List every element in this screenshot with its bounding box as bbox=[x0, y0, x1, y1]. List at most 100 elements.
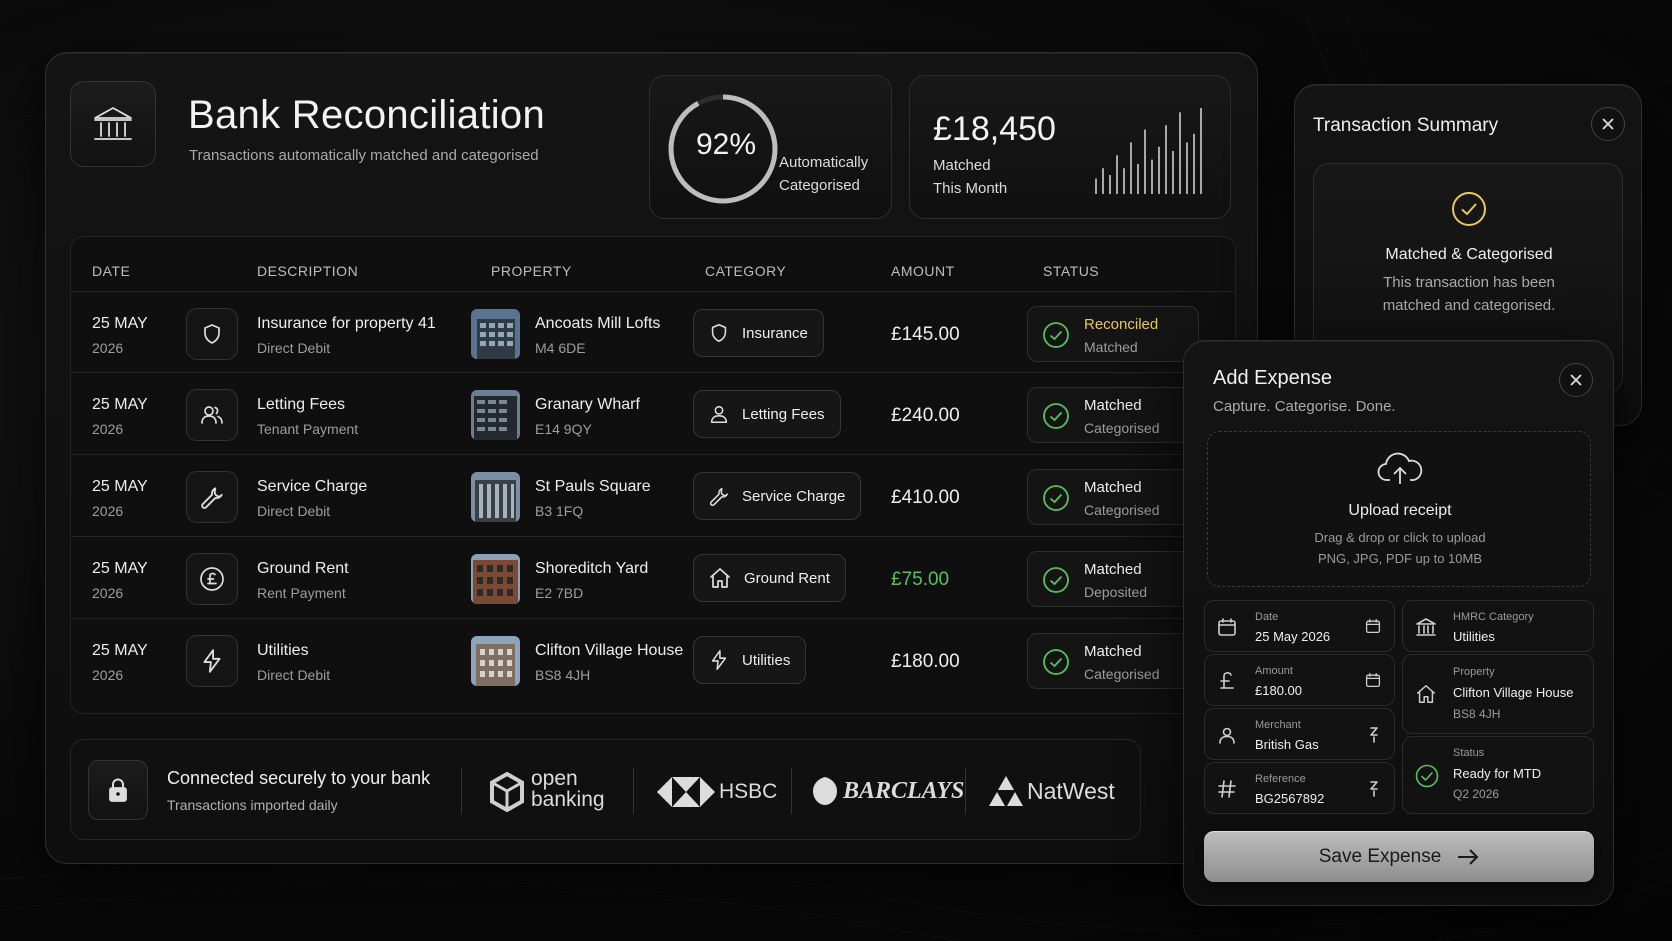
house-icon bbox=[710, 568, 730, 588]
status-subtext: Categorised bbox=[1084, 420, 1160, 436]
amount-field[interactable]: Amount £180.00 bbox=[1204, 654, 1395, 706]
row-amount: £145.00 bbox=[891, 324, 960, 345]
user-icon bbox=[1219, 727, 1235, 744]
status-badge: Matched Deposited bbox=[1027, 551, 1199, 607]
category-chip[interactable]: Utilities bbox=[693, 636, 807, 684]
calendar-icon bbox=[1218, 618, 1236, 636]
status-badge: Reconciled Matched bbox=[1027, 306, 1199, 362]
status-value: Ready for MTD bbox=[1453, 766, 1542, 781]
house-icon bbox=[1417, 685, 1435, 703]
category-chip[interactable]: Service Charge bbox=[693, 472, 862, 520]
row-date: 25 MAY bbox=[92, 642, 148, 659]
page-title: Bank Reconciliation bbox=[188, 93, 546, 137]
row-year: 2026 bbox=[92, 667, 124, 683]
close-expense-button[interactable] bbox=[1559, 363, 1593, 397]
table-row[interactable]: 25 MAY 2026 Service Charge Direct Debit … bbox=[71, 454, 1235, 536]
summary-status-title: Matched & Categorised bbox=[1385, 246, 1553, 263]
status-text: Matched bbox=[1084, 397, 1142, 414]
close-icon bbox=[1570, 374, 1582, 386]
property-thumbnail bbox=[471, 390, 520, 440]
auto-percent: 92% bbox=[696, 128, 757, 161]
user-icon bbox=[710, 405, 728, 424]
row-description: Insurance for property 41 bbox=[257, 315, 436, 332]
sparkline-bars bbox=[1095, 108, 1202, 194]
matched-label-2: This Month bbox=[933, 180, 1008, 197]
row-year: 2026 bbox=[92, 503, 124, 519]
reference-field[interactable]: Reference BG2567892 bbox=[1204, 762, 1395, 814]
sparkle-icon bbox=[1370, 781, 1378, 797]
pound-icon bbox=[1220, 672, 1234, 689]
close-icon bbox=[1602, 118, 1614, 130]
row-year: 2026 bbox=[92, 585, 124, 601]
property-value: Clifton Village House bbox=[1453, 685, 1574, 700]
check-circle-icon bbox=[1043, 567, 1069, 593]
row-payment-type: Tenant Payment bbox=[257, 421, 359, 437]
status-subtext: Categorised bbox=[1084, 502, 1160, 518]
status-text: Matched bbox=[1084, 479, 1142, 496]
row-description: Letting Fees bbox=[257, 396, 346, 413]
bank-connection-title: Connected securely to your bank bbox=[167, 768, 431, 788]
sparkle-icon bbox=[1370, 727, 1378, 743]
row-property: St Pauls Square bbox=[535, 478, 651, 495]
close-summary-button[interactable] bbox=[1591, 107, 1625, 141]
date-label: Date bbox=[1255, 611, 1279, 623]
expense-title: Add Expense bbox=[1213, 367, 1332, 389]
bank-connection-bar: Connected securely to your bank Transact… bbox=[70, 739, 1141, 840]
page-subtitle: Transactions automatically matched and c… bbox=[189, 147, 539, 164]
auto-categorised-card: 92% Automatically Categorised bbox=[649, 75, 892, 219]
row-amount: £180.00 bbox=[891, 651, 960, 672]
upload-hint-1: Drag & drop or click to upload bbox=[1314, 530, 1486, 545]
status-badge: Matched Categorised bbox=[1027, 387, 1199, 443]
date-field[interactable]: Date 25 May 2026 bbox=[1204, 600, 1395, 652]
row-date: 25 MAY bbox=[92, 396, 148, 413]
table-row[interactable]: 25 MAY 2026 Ground Rent Rent Payment Sho… bbox=[71, 536, 1235, 618]
add-expense-panel: Add Expense Capture. Categorise. Done. U… bbox=[1183, 340, 1614, 906]
check-circle-icon bbox=[1043, 322, 1069, 348]
status-text: Matched bbox=[1084, 643, 1142, 660]
category-chip[interactable]: Insurance bbox=[693, 309, 824, 357]
row-amount: £75.00 bbox=[891, 569, 950, 590]
pound-icon bbox=[186, 553, 238, 605]
category-chip[interactable]: Ground Rent bbox=[693, 554, 846, 602]
row-postcode: E2 7BD bbox=[535, 585, 584, 601]
row-property: Granary Wharf bbox=[535, 396, 640, 413]
row-year: 2026 bbox=[92, 421, 124, 437]
category-label: Insurance bbox=[742, 324, 808, 342]
barclays-logo: BARCLAYS bbox=[811, 772, 964, 812]
reference-label: Reference bbox=[1255, 773, 1306, 785]
bank-icon bbox=[70, 81, 156, 167]
row-property: Ancoats Mill Lofts bbox=[535, 315, 661, 332]
summary-status-line-2: matched and categorised. bbox=[1382, 297, 1556, 314]
auto-label-2: Categorised bbox=[779, 177, 860, 194]
check-circle-icon bbox=[1043, 649, 1069, 675]
row-postcode: B3 1FQ bbox=[535, 503, 584, 519]
status-label: Status bbox=[1453, 747, 1485, 759]
date-value: 25 May 2026 bbox=[1255, 629, 1331, 644]
row-description: Service Charge bbox=[257, 478, 368, 495]
upload-receipt-dropzone[interactable]: Upload receipt Drag & drop or click to u… bbox=[1207, 431, 1591, 587]
property-thumbnail bbox=[471, 636, 520, 686]
divider bbox=[965, 768, 966, 814]
row-date: 25 MAY bbox=[92, 478, 148, 495]
matched-label-1: Matched bbox=[933, 157, 991, 174]
category-label: Service Charge bbox=[742, 487, 846, 505]
merchant-field[interactable]: Merchant British Gas bbox=[1204, 708, 1395, 760]
status-field: Status Ready for MTD Q2 2026 bbox=[1402, 736, 1594, 814]
col-category: CATEGORY bbox=[705, 263, 787, 279]
calendar-icon bbox=[1365, 618, 1381, 634]
table-row[interactable]: 25 MAY 2026 Utilities Direct Debit Clift… bbox=[71, 618, 1235, 700]
property-field[interactable]: Property Clifton Village House BS8 4JH bbox=[1402, 654, 1594, 734]
row-date: 25 MAY bbox=[92, 560, 148, 577]
matched-amount: £18,450 bbox=[933, 110, 1056, 148]
save-expense-button[interactable]: Save Expense bbox=[1204, 831, 1594, 882]
col-description: DESCRIPTION bbox=[257, 263, 359, 279]
property-thumbnail bbox=[471, 309, 520, 359]
table-row[interactable]: 25 MAY 2026 Letting Fees Tenant Payment … bbox=[71, 372, 1235, 454]
summary-status-line-1: This transaction has been bbox=[1383, 274, 1555, 291]
save-expense-label: Save Expense bbox=[1318, 845, 1442, 867]
category-chip[interactable]: Letting Fees bbox=[693, 390, 841, 438]
row-date: 25 MAY bbox=[92, 315, 148, 332]
hmrc-category-field[interactable]: HMRC Category Utilities bbox=[1402, 600, 1594, 652]
table-row[interactable]: 25 MAY 2026 Insurance for property 41 Di… bbox=[71, 291, 1235, 373]
amount-label: Amount bbox=[1255, 665, 1293, 677]
